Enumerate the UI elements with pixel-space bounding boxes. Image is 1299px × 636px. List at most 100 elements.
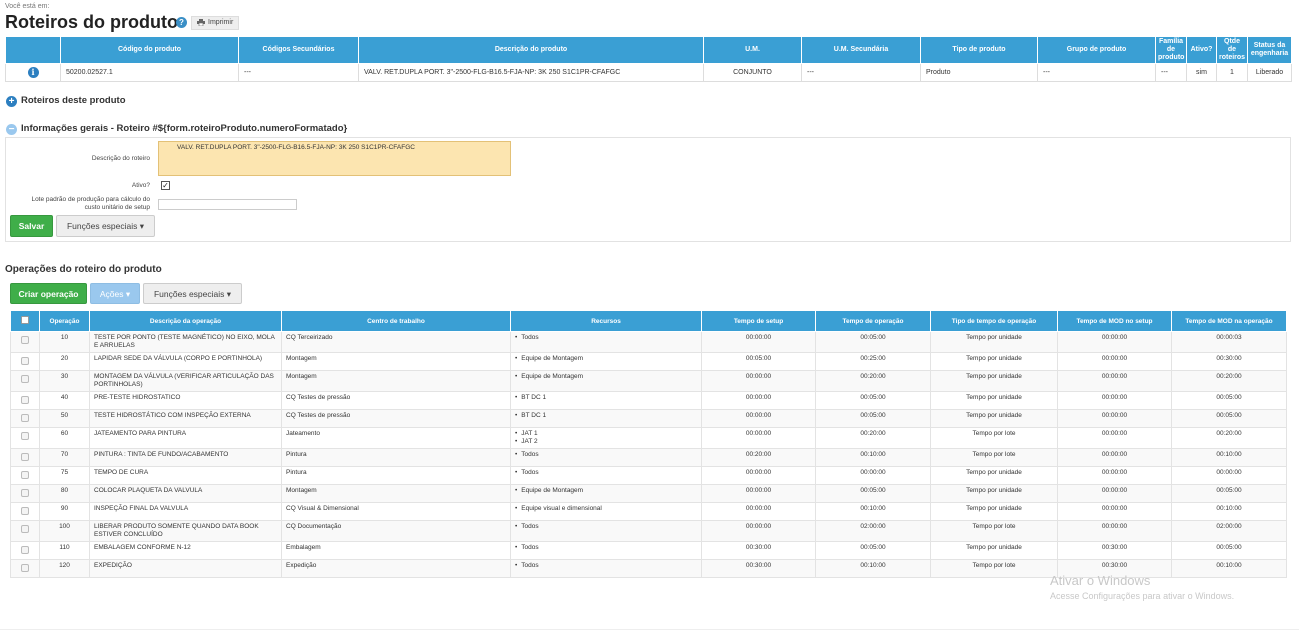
table-row[interactable]: 80COLOCAR PLAQUETA DA VALVULAMontagem Equ… — [10, 484, 1287, 503]
row-checkbox[interactable] — [21, 489, 29, 497]
product-active: sim — [1186, 63, 1217, 82]
row-select-cell[interactable] — [10, 352, 40, 371]
operation-description: TEMPO DE CURA — [89, 466, 282, 485]
product-table: Código do produto Códigos Secundários De… — [5, 36, 1292, 82]
select-all-checkbox[interactable] — [21, 316, 29, 324]
col-qtde: Qtde de roteiros — [1216, 36, 1248, 64]
col-um: U.M. — [703, 36, 802, 64]
mod-setup-time: 00:00:00 — [1057, 331, 1172, 353]
row-select-cell[interactable] — [10, 541, 40, 560]
operation-number: 60 — [39, 427, 90, 449]
product-code: 50200.02527.1 — [60, 63, 239, 82]
mod-operation-time: 02:00:00 — [1171, 520, 1287, 542]
row-checkbox[interactable] — [21, 336, 29, 344]
row-select-cell[interactable] — [10, 370, 40, 392]
col-mod-setup: Tempo de MOD no setup — [1057, 310, 1172, 332]
work-center: Montagem — [281, 352, 511, 371]
resource-item: BT DC 1 — [515, 412, 697, 420]
row-checkbox[interactable] — [21, 453, 29, 461]
col-tempo-operacao: Tempo de operação — [815, 310, 931, 332]
row-checkbox[interactable] — [21, 471, 29, 479]
work-center: Embalagem — [281, 541, 511, 560]
row-checkbox[interactable] — [21, 507, 29, 515]
operation-number: 30 — [39, 370, 90, 392]
resource-item: Equipe visual e dimensional — [515, 505, 697, 513]
col-tempo-setup: Tempo de setup — [701, 310, 816, 332]
work-center: Montagem — [281, 484, 511, 503]
table-row[interactable]: 90 INSPEÇÃO FINAL DA VALVULA CQ Visual & D… — [10, 502, 1287, 521]
descricao-textarea[interactable]: VALV. RET.DUPLA PORT. 3"-2500-FLG-B16.5-… — [158, 141, 511, 176]
help-icon[interactable]: ? — [176, 17, 187, 28]
operation-description: INSPEÇÃO FINAL DA VALVULA — [89, 502, 282, 521]
create-operation-button[interactable]: Criar operação — [10, 283, 87, 304]
resources: Equipe de Montagem — [510, 484, 702, 503]
print-label: Imprimir — [208, 19, 234, 26]
section-info-label: Informações gerais - Roteiro #${form.rot… — [21, 123, 348, 134]
row-checkbox[interactable] — [21, 546, 29, 554]
resources: BT DC 1 — [510, 409, 702, 428]
time-type: Tempo por unidade — [930, 391, 1058, 410]
operation-time: 00:20:00 — [815, 370, 931, 392]
mod-operation-time: 00:00:03 — [1171, 331, 1287, 353]
resources: Todos — [510, 448, 702, 467]
row-select-cell[interactable] — [10, 520, 40, 542]
col-tipo-tempo: Tipo de tempo de operação — [930, 310, 1058, 332]
table-row[interactable]: 40 PRE-TESTE HIDROSTATICO CQ Testes de pre… — [10, 391, 1287, 410]
table-row[interactable]: 70 PINTURA : TINTA DE FUNDO/ACABAMENTO Pin… — [10, 448, 1287, 467]
product-family: --- — [1155, 63, 1187, 82]
row-checkbox[interactable] — [21, 525, 29, 533]
table-row[interactable]: 10 TESTE POR PONTO (TESTE MAGNÉTICO) NO E… — [10, 331, 1287, 353]
ativo-label: Ativo? — [131, 182, 150, 189]
row-select-cell[interactable] — [10, 427, 40, 449]
operation-number: 120 — [39, 559, 90, 578]
resource-item: Equipe de Montagem — [515, 373, 697, 381]
table-row[interactable]: 75TEMPO DE CURAPinturaTodos00:00:0000:00… — [10, 466, 1287, 485]
setup-time: 00:00:00 — [701, 502, 816, 521]
ativo-checkbox[interactable]: ✓ — [161, 181, 170, 190]
page-title: Roteiros do produto — [5, 12, 178, 32]
row-select-cell[interactable] — [10, 331, 40, 353]
ops-special-functions-button[interactable]: Funções especiais ▾ — [143, 283, 242, 304]
resource-item: JAT 1 — [515, 430, 697, 438]
product-group: --- — [1037, 63, 1156, 82]
row-checkbox[interactable] — [21, 564, 29, 572]
row-select-cell[interactable] — [10, 391, 40, 410]
special-functions-button[interactable]: Funções especiais ▾ — [56, 215, 155, 237]
section-info[interactable]: − Informações gerais - Roteiro #${form.ro… — [6, 123, 347, 135]
row-select-cell[interactable] — [10, 466, 40, 485]
resources: Todos — [510, 559, 702, 578]
table-row[interactable]: 50 TESTE HIDROSTÁTICO COM INSPEÇÃO EXTERN… — [10, 409, 1287, 428]
save-button[interactable]: Salvar — [10, 215, 53, 237]
setup-time: 00:00:00 — [701, 520, 816, 542]
col-um-secundaria: U.M. Secundária — [801, 36, 921, 64]
row-checkbox[interactable] — [21, 432, 29, 440]
resource-item: Todos — [515, 562, 697, 570]
col-descricao: Descrição do produto — [358, 36, 704, 64]
row-select-cell[interactable] — [10, 559, 40, 578]
print-button[interactable]: Imprimir — [191, 16, 240, 30]
row-checkbox[interactable] — [21, 414, 29, 422]
product-type: Produto — [920, 63, 1038, 82]
time-type: Tempo por unidade — [930, 502, 1058, 521]
row-select-cell[interactable] — [10, 409, 40, 428]
table-row[interactable]: 120EXPEDIÇÃOExpediçãoTodos00:30:0000:10:… — [10, 559, 1287, 578]
table-row[interactable]: 110EMBALAGEM CONFORME N-12Embalagem Todos… — [10, 541, 1287, 560]
actions-button[interactable]: Ações ▾ — [90, 283, 140, 304]
table-row[interactable]: 20 LAPIDAR SEDE DA VÁLVULA (CORPO E PORTI… — [10, 352, 1287, 371]
row-select-cell[interactable] — [10, 502, 40, 521]
table-row[interactable]: 30 MONTAGEM DA VÁLVULA (VERIFICAR ARTICUL… — [10, 370, 1287, 392]
info-icon[interactable]: i — [27, 67, 39, 78]
row-checkbox[interactable] — [21, 357, 29, 365]
table-row[interactable]: 100 LIBERAR PRODUTO SOMENTE QUANDO DATA B… — [10, 520, 1287, 542]
mod-operation-time: 00:05:00 — [1171, 409, 1287, 428]
row-select-cell[interactable] — [10, 448, 40, 467]
row-checkbox[interactable] — [21, 396, 29, 404]
col-select-all[interactable] — [10, 310, 40, 332]
table-row[interactable]: 60JATEAMENTO PARA PINTURAJateamentoJAT 1… — [10, 427, 1287, 449]
row-checkbox[interactable] — [21, 375, 29, 383]
watermark-line2: Acesse Configurações para ativar o Windo… — [1050, 591, 1235, 601]
col-tipo: Tipo de produto — [920, 36, 1038, 64]
section-roteiros[interactable]: + Roteiros deste produto — [6, 95, 126, 107]
row-select-cell[interactable] — [10, 484, 40, 503]
lote-input[interactable] — [158, 199, 297, 210]
